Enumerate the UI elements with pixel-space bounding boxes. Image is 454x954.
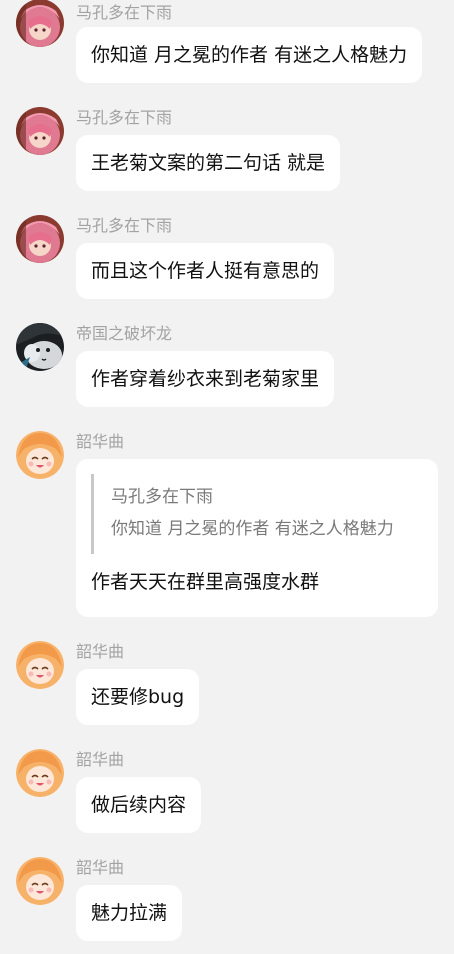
- avatar-shaohuaqu[interactable]: [16, 641, 64, 689]
- quoted-author: 马孔多在下雨: [111, 487, 213, 507]
- sender-name: 韶华曲: [76, 750, 125, 769]
- avatar-shaohuaqu[interactable]: [16, 431, 64, 479]
- avatar-makongduo[interactable]: [16, 0, 64, 47]
- pink-hair-anime-avatar-icon: [16, 0, 64, 47]
- avatar-makongduo[interactable]: [16, 107, 64, 155]
- pink-hair-anime-avatar-icon: [16, 107, 64, 155]
- avatar-shaohuaqu[interactable]: [16, 749, 64, 797]
- sender-name: 马孔多在下雨: [76, 216, 173, 235]
- quoted-message[interactable]: 马孔多在下雨 你知道 月之冕的作者 有迷之人格魅力: [91, 474, 434, 554]
- avatar-makongduo[interactable]: [16, 215, 64, 263]
- message-bubble[interactable]: 王老菊文案的第二句话 就是: [76, 135, 341, 191]
- orange-hair-anime-avatar-icon: [16, 641, 64, 689]
- sender-name: 马孔多在下雨: [76, 108, 173, 127]
- orange-hair-anime-avatar-icon: [16, 857, 64, 905]
- sender-name: 马孔多在下雨: [76, 3, 173, 22]
- message-bubble[interactable]: 做后续内容: [76, 777, 202, 833]
- reply-text: 作者天天在群里高强度水群: [91, 571, 320, 593]
- orange-hair-anime-avatar-icon: [16, 431, 64, 479]
- chat-message-list[interactable]: 马孔多在下雨 你知道 月之冕的作者 有迷之人格魅力 马孔多在下雨 王老菊文案的第…: [0, 0, 454, 954]
- message-bubble[interactable]: 作者穿着纱衣来到老菊家里: [76, 351, 335, 407]
- sender-name: 韶华曲: [76, 858, 125, 877]
- pink-hair-anime-avatar-icon: [16, 215, 64, 263]
- avatar-dragon[interactable]: [16, 323, 64, 371]
- sender-name: 帝国之破坏龙: [76, 324, 173, 343]
- message-bubble-with-quote[interactable]: 马孔多在下雨 你知道 月之冕的作者 有迷之人格魅力 作者天天在群里高强度水群: [76, 459, 438, 617]
- quoted-text: 你知道 月之冕的作者 有迷之人格魅力: [111, 519, 394, 539]
- sender-name: 韶华曲: [76, 432, 125, 451]
- dark-dragon-avatar-icon: [16, 323, 64, 371]
- sender-name: 韶华曲: [76, 642, 125, 661]
- message-bubble[interactable]: 而且这个作者人挺有意思的: [76, 243, 335, 299]
- orange-hair-anime-avatar-icon: [16, 749, 64, 797]
- avatar-shaohuaqu[interactable]: [16, 857, 64, 905]
- message-bubble[interactable]: 还要修bug: [76, 669, 200, 725]
- message-bubble[interactable]: 魅力拉满: [76, 885, 183, 941]
- message-bubble[interactable]: 你知道 月之冕的作者 有迷之人格魅力: [76, 27, 423, 83]
